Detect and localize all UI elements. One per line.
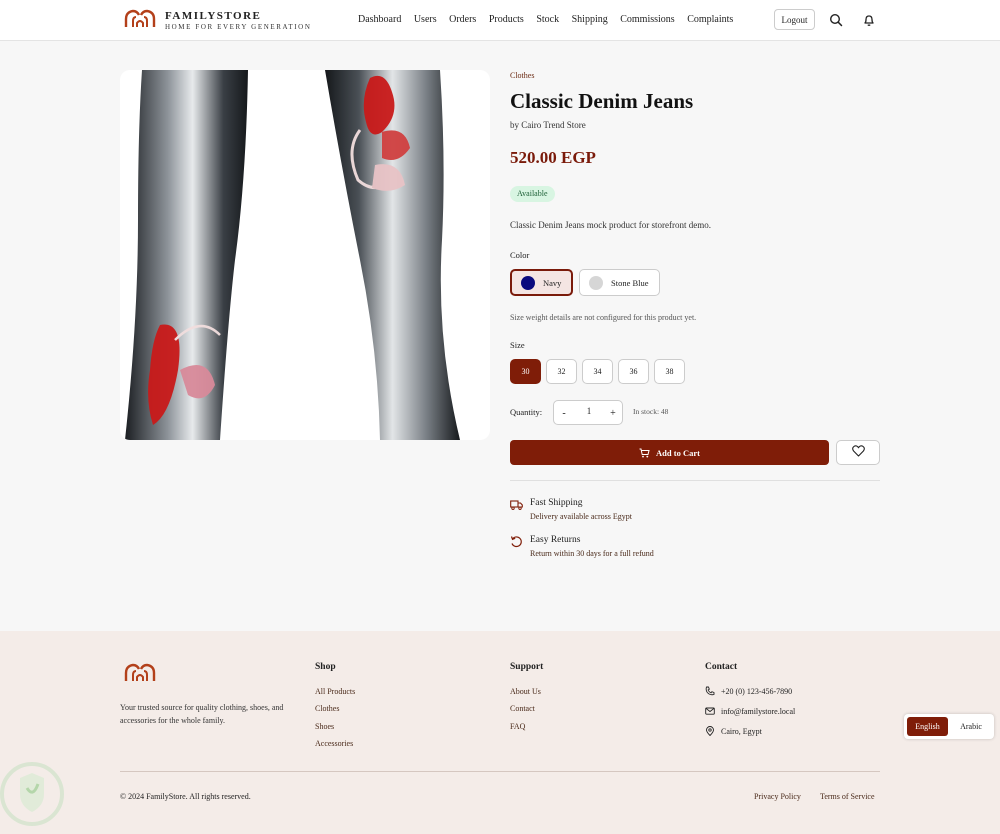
footer-logo xyxy=(124,663,156,681)
color-option-stone-blue[interactable]: Stone Blue xyxy=(579,269,660,296)
feature-title: Fast Shipping xyxy=(530,498,583,508)
feature-subtitle: Delivery available across Egypt xyxy=(530,512,632,521)
mail-icon xyxy=(705,707,715,715)
main-nav: Dashboard Users Orders Products Stock Sh… xyxy=(358,14,733,26)
email-address: info@familystore.local xyxy=(721,706,796,716)
familystore-logo[interactable] xyxy=(123,6,157,28)
footer-link-accessories[interactable]: Accessories xyxy=(315,739,353,748)
stone-blue-swatch xyxy=(589,275,603,290)
size-30-button[interactable]: 30 xyxy=(510,359,541,384)
footer-support-title: Support xyxy=(510,662,544,672)
quantity-decrease-button[interactable]: - xyxy=(557,405,571,421)
brand-name: FAMILYSTORE xyxy=(165,10,262,22)
nav-commissions[interactable]: Commissions xyxy=(620,14,674,26)
category-label[interactable]: Clothes xyxy=(510,71,534,80)
nav-users[interactable]: Users xyxy=(414,14,437,26)
jeans-illustration xyxy=(125,70,460,440)
size-38-button[interactable]: 38 xyxy=(654,359,685,384)
truck-icon xyxy=(510,500,523,511)
footer-link-all-products[interactable]: All Products xyxy=(315,687,355,696)
feature-title: Easy Returns xyxy=(530,535,581,545)
quantity-value[interactable]: 1 xyxy=(582,406,596,416)
site-footer: Your trusted source for quality clothing… xyxy=(0,631,1000,834)
navy-swatch xyxy=(521,275,535,290)
logout-button[interactable]: Logout xyxy=(774,9,815,30)
add-to-cart-label: Add to Cart xyxy=(656,447,700,458)
search-icon[interactable] xyxy=(829,13,843,27)
language-arabic-button[interactable]: Arabic xyxy=(952,717,990,736)
contact-phone: +20 (0) 123-456-7890 xyxy=(705,686,792,696)
size-32-button[interactable]: 32 xyxy=(546,359,577,384)
copyright: © 2024 FamilyStore. All rights reserved. xyxy=(120,792,251,801)
footer-link-contact[interactable]: Contact xyxy=(510,704,535,713)
map-pin-icon xyxy=(706,726,714,736)
shield-watermark-icon xyxy=(0,762,64,826)
nav-stock[interactable]: Stock xyxy=(536,14,559,26)
product-price: 520.00 EGP xyxy=(510,148,596,167)
footer-link-clothes[interactable]: Clothes xyxy=(315,704,339,713)
footer-divider xyxy=(120,771,880,772)
top-header: FAMILYSTORE HOME FOR EVERY GENERATION Da… xyxy=(0,0,1000,41)
heart-icon xyxy=(851,445,865,457)
size-34-button[interactable]: 34 xyxy=(582,359,613,384)
quantity-increase-button[interactable]: + xyxy=(606,405,620,421)
color-name: Stone Blue xyxy=(611,277,649,288)
stock-count: In stock: 48 xyxy=(633,407,669,416)
footer-link-about-us[interactable]: About Us xyxy=(510,687,541,696)
rotate-ccw-icon xyxy=(510,536,522,548)
terms-of-service-link[interactable]: Terms of Service xyxy=(820,792,875,801)
quantity-stepper: - 1 + xyxy=(553,400,623,425)
footer-shop-title: Shop xyxy=(315,662,336,672)
privacy-policy-link[interactable]: Privacy Policy xyxy=(754,792,801,801)
footer-about: Your trusted source for quality clothing… xyxy=(120,703,284,725)
contact-address: Cairo, Egypt xyxy=(705,726,762,736)
brand[interactable]: FAMILYSTORE HOME FOR EVERY GENERATION xyxy=(165,10,312,32)
size-label: Size xyxy=(510,340,525,350)
nav-complaints[interactable]: Complaints xyxy=(687,14,733,26)
language-english-button[interactable]: English xyxy=(907,717,948,736)
feature-subtitle: Return within 30 days for a full refund xyxy=(530,549,654,558)
footer-contact-title: Contact xyxy=(705,662,738,672)
add-to-cart-button[interactable]: Add to Cart xyxy=(510,440,829,465)
size-weight-note: Size weight details are not configured f… xyxy=(510,313,697,322)
nav-dashboard[interactable]: Dashboard xyxy=(358,14,401,26)
phone-icon xyxy=(705,686,715,696)
quantity-label: Quantity: xyxy=(510,407,543,417)
brand-tagline: HOME FOR EVERY GENERATION xyxy=(165,23,312,31)
cart-icon xyxy=(639,448,650,457)
color-label: Color xyxy=(510,250,530,260)
availability-badge: Available xyxy=(510,186,555,202)
phone-number: +20 (0) 123-456-7890 xyxy=(721,686,793,696)
nav-orders[interactable]: Orders xyxy=(449,14,476,26)
wishlist-button[interactable] xyxy=(836,440,880,465)
details-divider xyxy=(510,480,880,481)
language-switcher: English Arabic xyxy=(904,714,994,739)
bell-icon[interactable] xyxy=(862,13,876,27)
color-name: Navy xyxy=(543,277,562,288)
footer-link-shoes[interactable]: Shoes xyxy=(315,722,334,731)
nav-products[interactable]: Products xyxy=(489,14,524,26)
contact-email: info@familystore.local xyxy=(705,706,795,716)
nav-shipping[interactable]: Shipping xyxy=(572,14,608,26)
color-option-navy[interactable]: Navy xyxy=(510,269,574,296)
size-36-button[interactable]: 36 xyxy=(618,359,649,384)
product-image xyxy=(120,70,490,440)
footer-link-faq[interactable]: FAQ xyxy=(510,722,525,731)
address: Cairo, Egypt xyxy=(721,726,762,736)
seller-name: by Cairo Trend Store xyxy=(510,120,586,130)
product-title: Classic Denim Jeans xyxy=(510,89,694,113)
product-description: Classic Denim Jeans mock product for sto… xyxy=(510,220,711,230)
